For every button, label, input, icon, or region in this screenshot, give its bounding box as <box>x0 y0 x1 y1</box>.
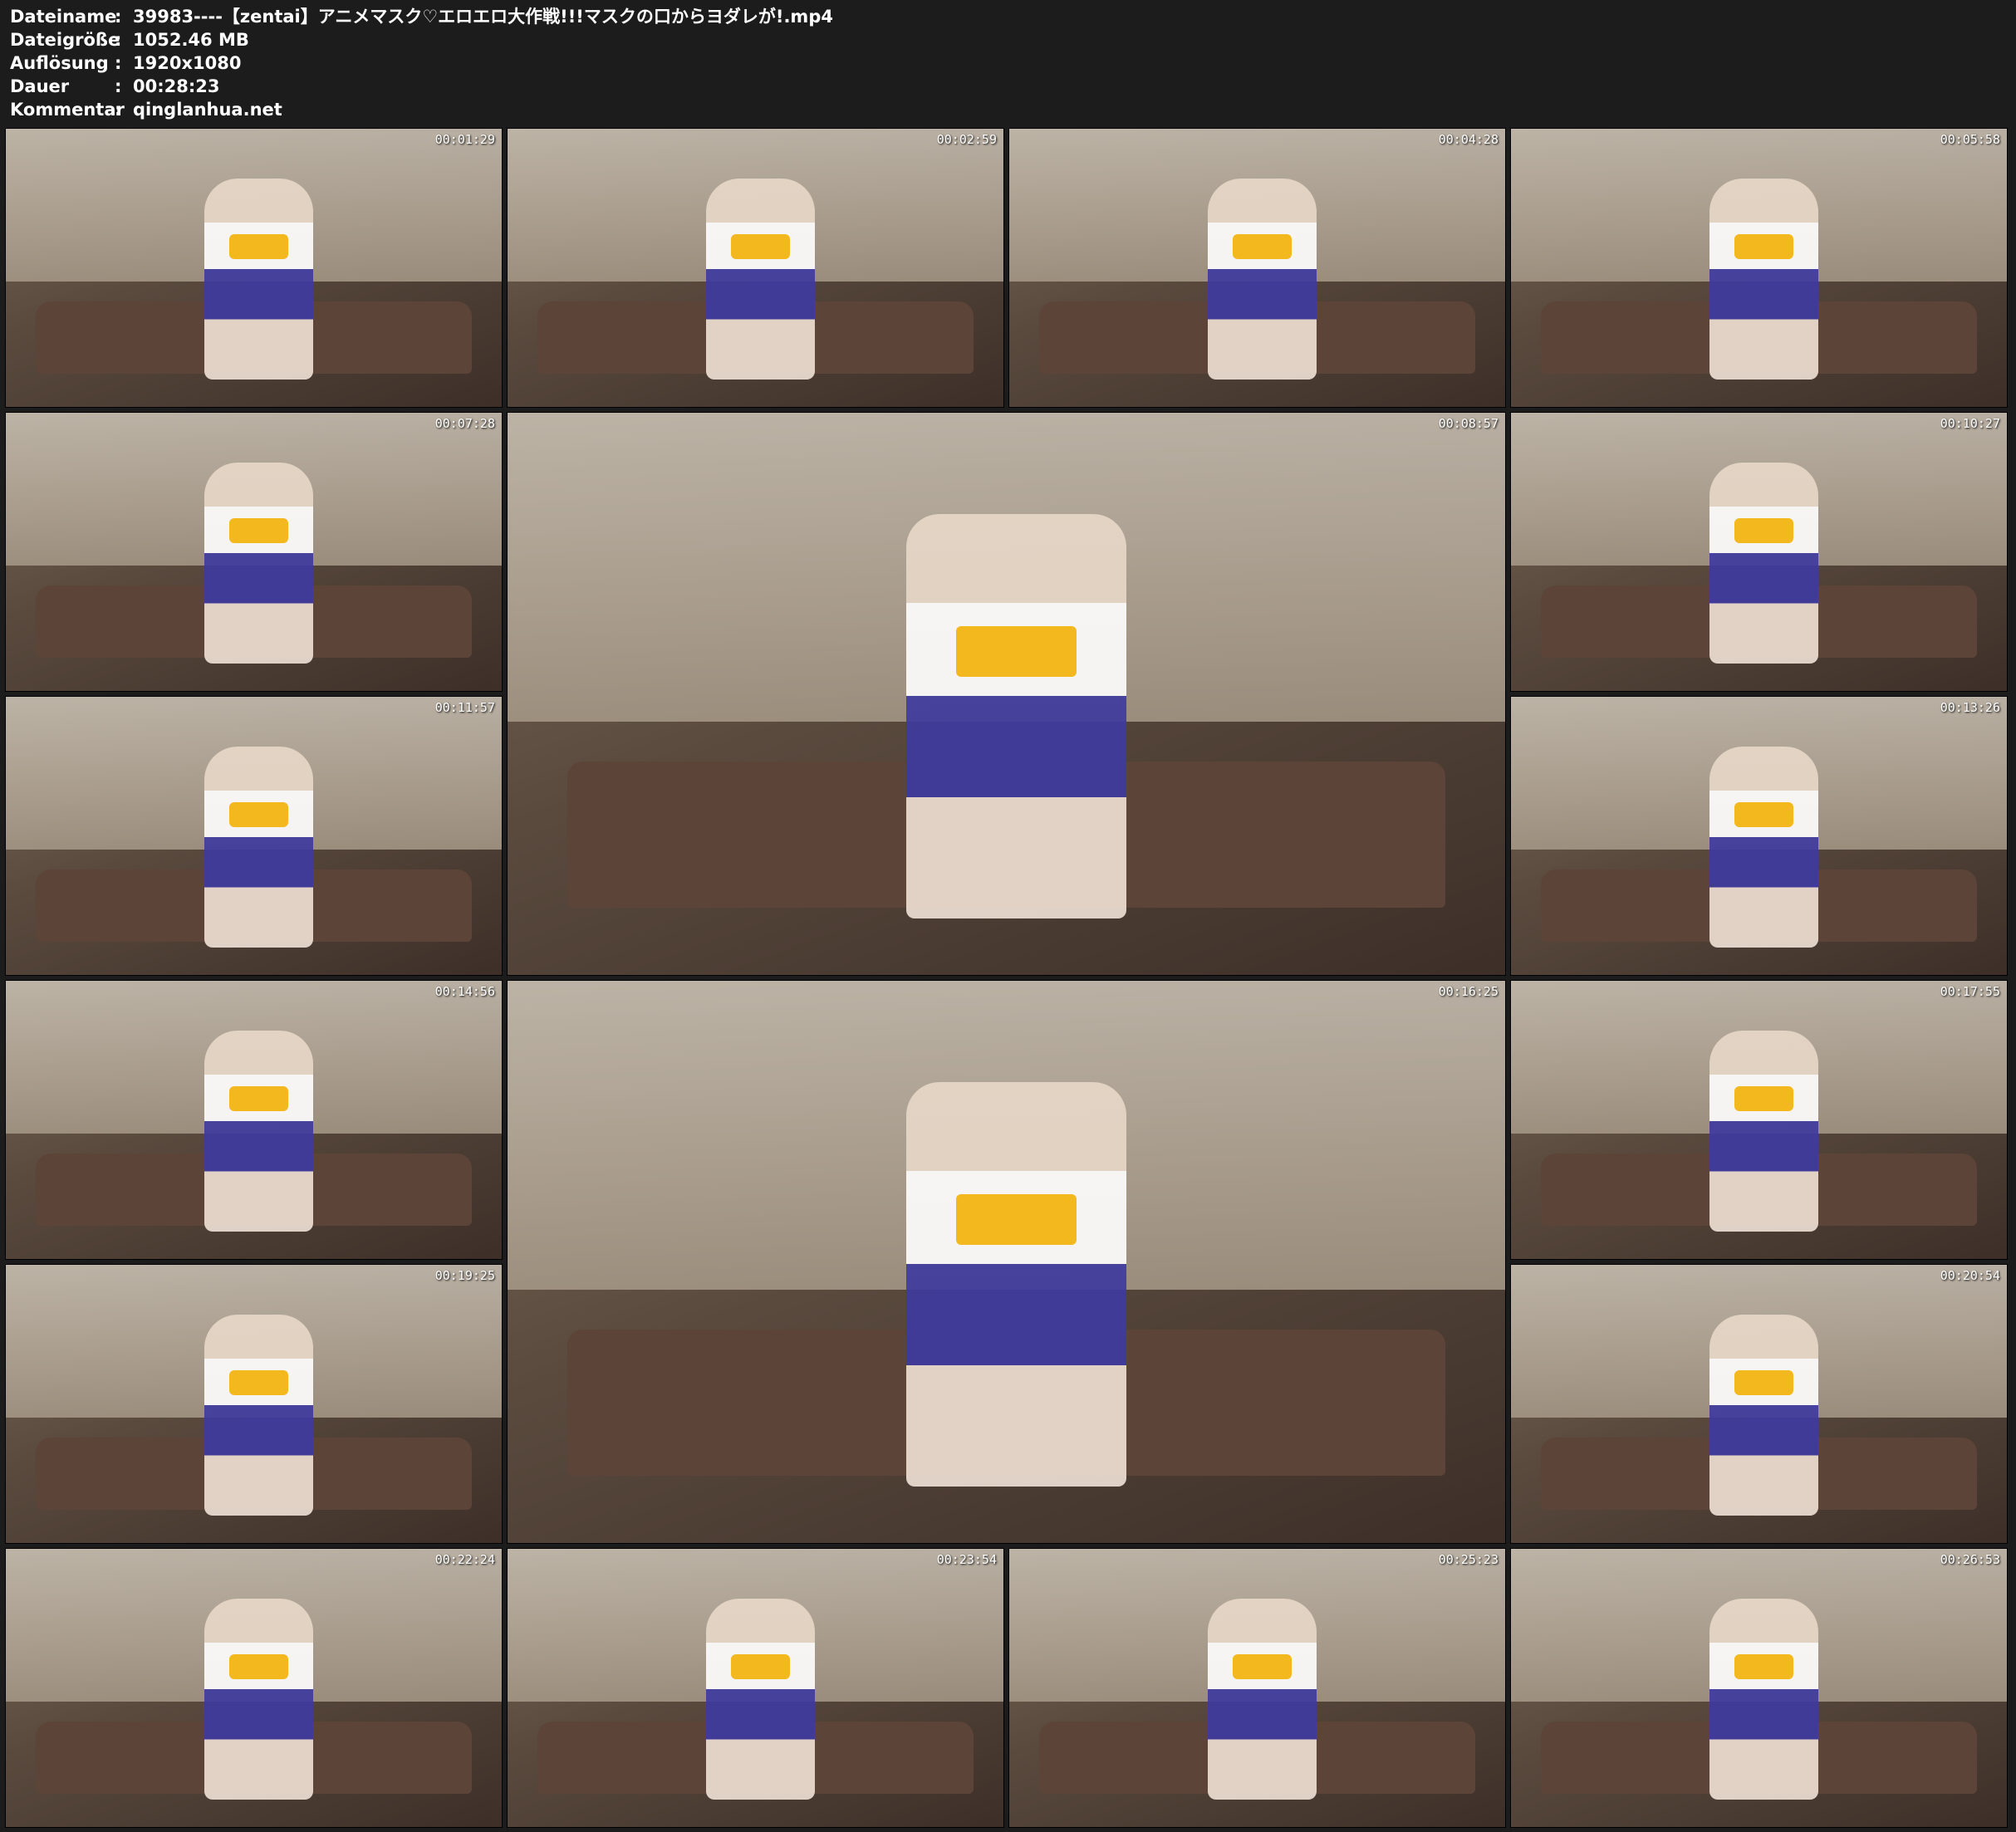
meta-separator: : <box>115 30 122 50</box>
meta-separator: : <box>115 76 122 96</box>
video-thumbnail[interactable]: 00:11:57 <box>5 696 503 976</box>
video-thumbnail[interactable]: 00:01:29 <box>5 128 503 408</box>
thumbnail-timestamp: 00:22:24 <box>434 1552 495 1567</box>
video-thumbnail[interactable]: 00:25:23 <box>1008 1548 1506 1828</box>
thumbnail-timestamp: 00:19:25 <box>434 1268 495 1283</box>
video-thumbnail[interactable]: 00:02:59 <box>507 128 1004 408</box>
meta-row-filename: Dateiname : 39983----【zentai】アニメマスク♡エロエロ… <box>10 5 833 28</box>
video-thumbnail[interactable]: 00:22:24 <box>5 1548 503 1828</box>
file-info-panel: Dateiname : 39983----【zentai】アニメマスク♡エロエロ… <box>10 5 833 121</box>
thumbnail-timestamp: 00:14:56 <box>434 984 495 999</box>
video-thumbnail[interactable]: 00:23:54 <box>507 1548 1004 1828</box>
thumbnail-timestamp: 00:13:26 <box>1940 700 2000 715</box>
thumbnail-timestamp: 00:17:55 <box>1940 984 2000 999</box>
video-thumbnail[interactable]: 00:13:26 <box>1510 696 2008 976</box>
thumbnail-timestamp: 00:07:28 <box>434 416 495 431</box>
video-thumbnail-large[interactable]: 00:16:25 <box>507 980 1506 1544</box>
thumbnail-timestamp: 00:20:54 <box>1940 1268 2000 1283</box>
meta-key: Dateigröße <box>10 30 120 50</box>
meta-key: Dauer <box>10 76 70 96</box>
thumbnail-timestamp: 00:04:28 <box>1438 132 1499 147</box>
meta-separator: : <box>115 100 122 120</box>
thumbnail-timestamp: 00:16:25 <box>1438 984 1499 999</box>
video-thumbnail-large[interactable]: 00:08:57 <box>507 412 1506 976</box>
thumbnail-timestamp: 00:26:53 <box>1940 1552 2000 1567</box>
thumbnail-timestamp: 00:01:29 <box>434 132 495 147</box>
meta-value-resolution: 1920x1080 <box>133 53 242 73</box>
meta-value-filename: 39983----【zentai】アニメマスク♡エロエロ大作戦!!!マスクの口か… <box>133 7 833 27</box>
thumbnail-timestamp: 00:10:27 <box>1940 416 2000 431</box>
video-thumbnail[interactable]: 00:04:28 <box>1008 128 1506 408</box>
meta-row-duration: Dauer : 00:28:23 <box>10 75 833 98</box>
video-thumbnail[interactable]: 00:07:28 <box>5 412 503 692</box>
thumbnail-timestamp: 00:08:57 <box>1438 416 1499 431</box>
thumbnail-timestamp: 00:25:23 <box>1438 1552 1499 1567</box>
video-thumbnail[interactable]: 00:19:25 <box>5 1264 503 1544</box>
meta-row-comment: Kommentar : qinglanhua.net <box>10 98 833 121</box>
meta-key: Auflösung <box>10 53 109 73</box>
video-thumbnail[interactable]: 00:05:58 <box>1510 128 2008 408</box>
thumbnail-timestamp: 00:23:54 <box>936 1552 997 1567</box>
video-thumbnail[interactable]: 00:26:53 <box>1510 1548 2008 1828</box>
meta-key: Kommentar <box>10 100 125 120</box>
video-thumbnail[interactable]: 00:14:56 <box>5 980 503 1260</box>
meta-value-filesize: 1052.46 MB <box>133 30 249 50</box>
meta-separator: : <box>115 7 122 27</box>
video-thumbnail[interactable]: 00:10:27 <box>1510 412 2008 692</box>
thumbnail-timestamp: 00:02:59 <box>936 132 997 147</box>
video-thumbnail[interactable]: 00:17:55 <box>1510 980 2008 1260</box>
meta-value-comment: qinglanhua.net <box>133 100 282 120</box>
meta-separator: : <box>115 53 122 73</box>
meta-value-duration: 00:28:23 <box>133 76 220 96</box>
meta-key: Dateiname <box>10 7 117 27</box>
video-thumbnail[interactable]: 00:20:54 <box>1510 1264 2008 1544</box>
thumbnail-timestamp: 00:05:58 <box>1940 132 2000 147</box>
meta-row-resolution: Auflösung : 1920x1080 <box>10 51 833 75</box>
meta-row-filesize: Dateigröße : 1052.46 MB <box>10 28 833 51</box>
thumbnail-timestamp: 00:11:57 <box>434 700 495 715</box>
